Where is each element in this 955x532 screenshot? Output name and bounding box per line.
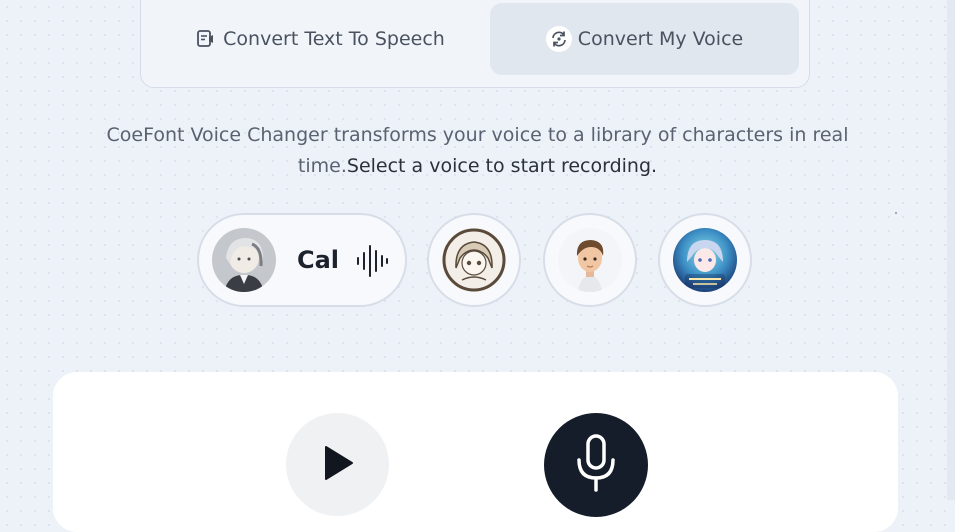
text-to-speech-icon bbox=[195, 28, 217, 50]
avatar bbox=[673, 228, 737, 292]
play-icon bbox=[320, 444, 356, 486]
sound-wave-icon bbox=[355, 244, 389, 282]
tab-label: Convert Text To Speech bbox=[223, 28, 445, 50]
voice-option-3[interactable] bbox=[543, 213, 637, 307]
voice-convert-icon bbox=[545, 26, 572, 52]
avatar bbox=[558, 228, 622, 292]
play-button[interactable] bbox=[286, 413, 389, 516]
recorder-card bbox=[53, 372, 898, 532]
voice-option-cal[interactable]: Cal bbox=[197, 213, 407, 307]
tab-convert-text-to-speech[interactable]: Convert Text To Speech bbox=[151, 3, 489, 75]
voice-changer-description: CoeFont Voice Changer transforms your vo… bbox=[60, 120, 895, 182]
page-scroll-edge bbox=[947, 0, 955, 500]
voice-option-4[interactable] bbox=[658, 213, 752, 307]
avatar bbox=[442, 228, 506, 292]
avatar bbox=[212, 228, 276, 292]
description-instruction: Select a voice to start recording. bbox=[346, 155, 658, 177]
tab-label: Convert My Voice bbox=[577, 28, 744, 50]
mode-tabs: Convert Text To Speech Convert My Voice bbox=[140, 0, 810, 88]
microphone-icon bbox=[574, 434, 618, 496]
voice-option-2[interactable] bbox=[427, 213, 521, 307]
tab-convert-my-voice[interactable]: Convert My Voice bbox=[490, 3, 799, 75]
decorative-dot bbox=[895, 212, 897, 214]
voice-name: Cal bbox=[297, 246, 340, 274]
record-button[interactable] bbox=[544, 413, 648, 517]
